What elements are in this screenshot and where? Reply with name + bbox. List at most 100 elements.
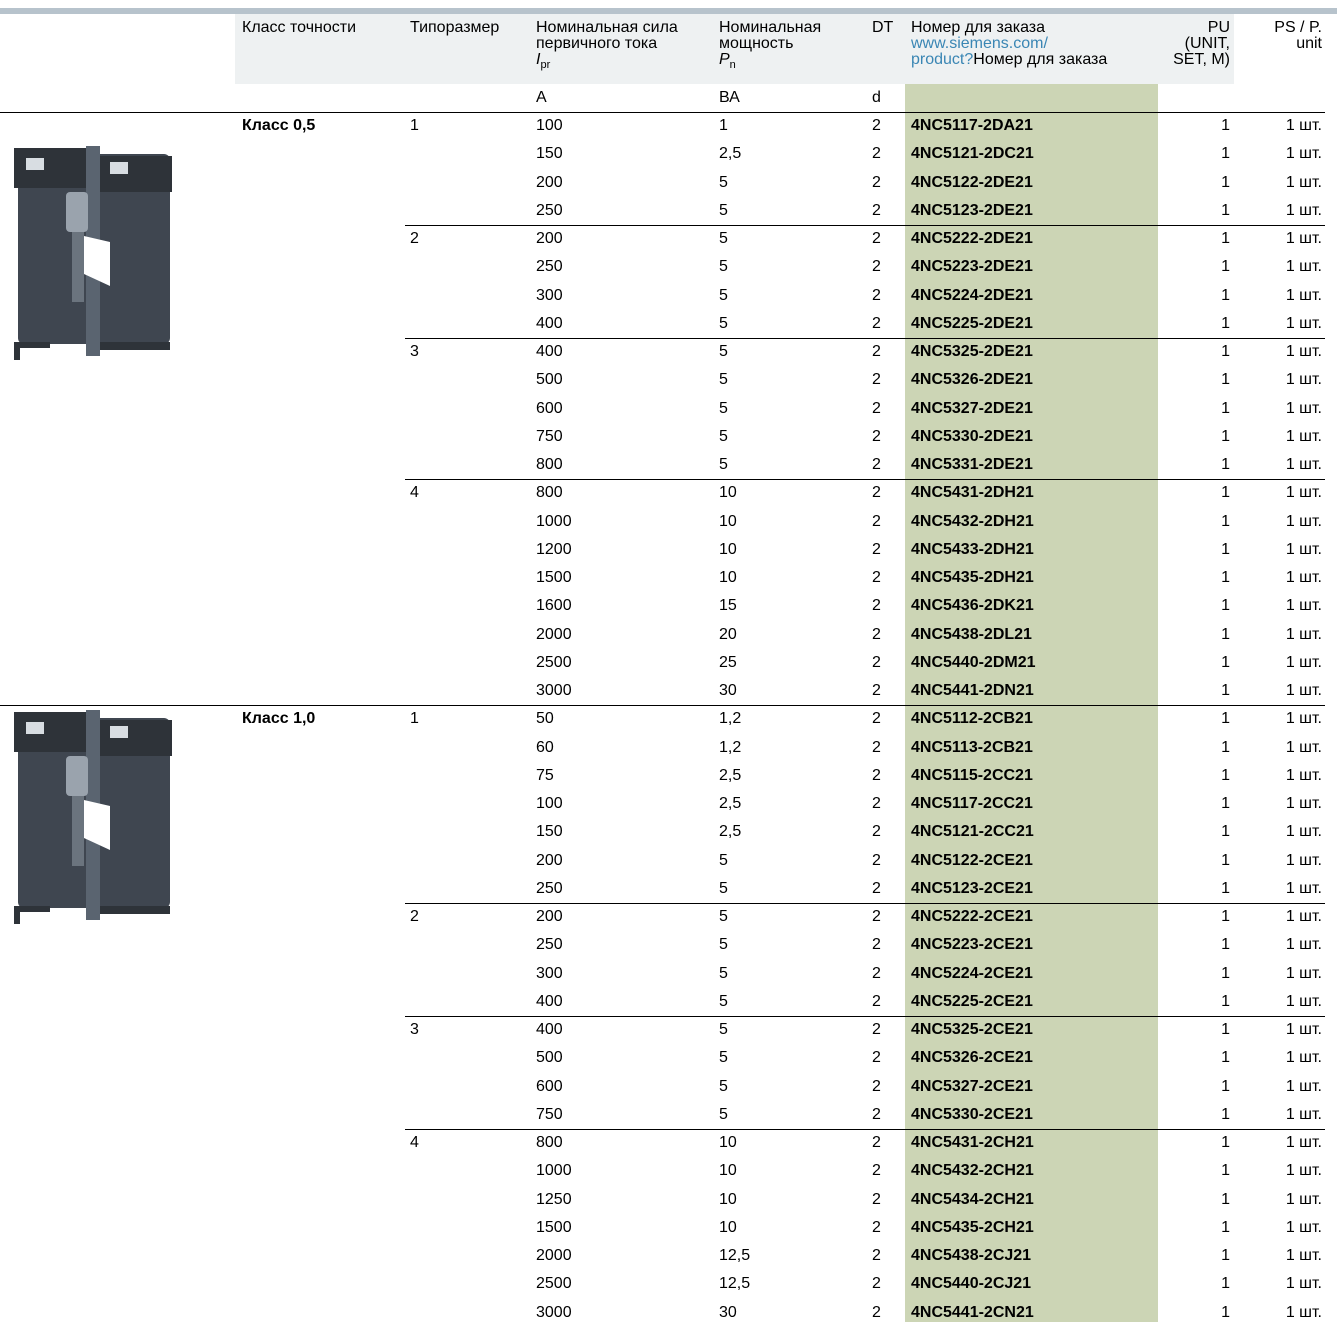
- order-number-cell[interactable]: 4NC5223-2CE21: [911, 935, 1033, 955]
- order-number-cell[interactable]: 4NC5225-2CE21: [911, 992, 1033, 1012]
- order-number-cell[interactable]: 4NC5325-2CE21: [911, 1020, 1033, 1040]
- order-number-cell[interactable]: 4NC5438-2CJ21: [911, 1246, 1031, 1266]
- rated-current-cell: 150: [536, 823, 563, 841]
- rated-power-cell: 10: [719, 1218, 737, 1236]
- ps-cell: 1 шт.: [1285, 1190, 1322, 1208]
- pu-cell: 1: [1221, 1077, 1230, 1095]
- dt-cell: 2: [872, 682, 881, 699]
- order-number-cell[interactable]: 4NC5123-2DE21: [911, 201, 1033, 221]
- table-row: 2 200 5 2 4NC5222-2DE21 1 1 шт.: [0, 227, 1337, 255]
- order-number-cell[interactable]: 4NC5325-2DE21: [911, 342, 1033, 362]
- order-number-cell[interactable]: 4NC5440-2DM21: [911, 653, 1036, 673]
- pu-cell: 1: [1221, 597, 1230, 615]
- dt-cell: 2: [872, 597, 881, 615]
- dt-cell: 2: [872, 145, 881, 163]
- order-number-cell[interactable]: 4NC5326-2CE21: [911, 1048, 1033, 1068]
- dt-cell: 2: [872, 766, 881, 784]
- dt-cell: 2: [872, 258, 881, 276]
- order-number-cell[interactable]: 4NC5432-2DH21: [911, 512, 1034, 532]
- ps-cell: 1 шт.: [1285, 851, 1322, 869]
- order-number-cell[interactable]: 4NC5122-2CE21: [911, 851, 1033, 871]
- order-number-cell[interactable]: 4NC5434-2CH21: [911, 1190, 1034, 1210]
- order-number-cell[interactable]: 4NC5433-2DH21: [911, 540, 1034, 560]
- order-number-cell[interactable]: 4NC5222-2DE21: [911, 229, 1033, 249]
- order-number-cell[interactable]: 4NC5441-2CN21: [911, 1303, 1034, 1323]
- order-number-cell[interactable]: 4NC5327-2DE21: [911, 399, 1033, 419]
- rated-current-cell: 1500: [536, 569, 572, 586]
- order-number-cell[interactable]: 4NC5436-2DK21: [911, 596, 1034, 616]
- order-link-2[interactable]: product?: [911, 51, 973, 68]
- dt-cell: 2: [872, 427, 881, 445]
- order-number-cell[interactable]: 4NC5435-2DH21: [911, 568, 1034, 588]
- order-number-cell[interactable]: 4NC5330-2CE21: [911, 1105, 1033, 1125]
- order-number-cell[interactable]: 4NC5438-2DL21: [911, 625, 1032, 645]
- pu-cell: 1: [1221, 343, 1230, 360]
- rated-power-cell: 10: [719, 1134, 737, 1151]
- order-number-cell[interactable]: 4NC5225-2DE21: [911, 314, 1033, 334]
- table-row: 150 2,5 2 4NC5121-2CC21 1 1 шт.: [0, 820, 1337, 848]
- table-row: 600 5 2 4NC5327-2CE21 1 1 шт.: [0, 1075, 1337, 1103]
- rated-current-cell: 250: [536, 258, 563, 276]
- order-number-cell[interactable]: 4NC5431-2CH21: [911, 1133, 1034, 1153]
- rated-power-cell: 20: [719, 625, 737, 643]
- order-number-cell[interactable]: 4NC5121-2CC21: [911, 822, 1034, 842]
- order-number-cell[interactable]: 4NC5441-2DN21: [911, 681, 1034, 701]
- pu-cell: 1: [1221, 1275, 1230, 1293]
- dt-cell: 2: [872, 795, 881, 812]
- order-number-cell[interactable]: 4NC5117-2CC21: [911, 794, 1033, 814]
- table-row: 2000 12,5 2 4NC5438-2CJ21 1 1 шт.: [0, 1244, 1337, 1272]
- ps-cell: 1 шт.: [1285, 879, 1322, 897]
- table-row: 750 5 2 4NC5330-2DE21 1 1 шт.: [0, 425, 1337, 453]
- dt-cell: 2: [872, 173, 881, 191]
- order-number-cell[interactable]: 4NC5435-2CH21: [911, 1218, 1034, 1238]
- size-separator-line: [405, 479, 1325, 481]
- rated-current-cell: 3000: [536, 682, 572, 699]
- frame-size-cell: 1: [410, 117, 419, 134]
- dt-cell: 2: [872, 653, 881, 671]
- order-number-cell[interactable]: 4NC5122-2DE21: [911, 173, 1033, 193]
- order-number-cell[interactable]: 4NC5326-2DE21: [911, 370, 1033, 390]
- rated-power-cell: 5: [719, 399, 728, 417]
- dt-cell: 2: [872, 314, 881, 332]
- order-number-cell[interactable]: 4NC5123-2CE21: [911, 879, 1033, 899]
- order-number-cell[interactable]: 4NC5327-2CE21: [911, 1077, 1033, 1097]
- rated-current-cell: 75: [536, 766, 554, 784]
- order-number-cell[interactable]: 4NC5113-2CB21: [911, 738, 1033, 758]
- pu-cell: 1: [1221, 1247, 1230, 1264]
- pu-cell: 1: [1221, 795, 1230, 812]
- order-number-cell[interactable]: 4NC5121-2DC21: [911, 144, 1034, 164]
- rated-current-cell: 400: [536, 314, 563, 332]
- pu-cell: 1: [1221, 1105, 1230, 1123]
- header-ps: PS / P. unit: [1274, 19, 1322, 52]
- rated-current-cell: 600: [536, 1077, 563, 1095]
- order-number-cell[interactable]: 4NC5331-2DE21: [911, 455, 1033, 475]
- pu-cell: 1: [1221, 710, 1230, 728]
- order-link[interactable]: www.siemens.com/: [911, 36, 1107, 52]
- order-number-cell[interactable]: 4NC5115-2CC21: [911, 766, 1033, 786]
- dt-cell: 2: [872, 992, 881, 1010]
- rated-power-cell: 5: [719, 964, 728, 982]
- order-number-cell[interactable]: 4NC5432-2CH21: [911, 1161, 1034, 1181]
- dt-cell: 2: [872, 371, 881, 389]
- order-number-cell[interactable]: 4NC5223-2DE21: [911, 257, 1033, 277]
- dt-cell: 2: [872, 286, 881, 304]
- order-number-cell[interactable]: 4NC5112-2CB21: [911, 709, 1033, 729]
- rated-power-cell: 12,5: [719, 1275, 751, 1293]
- rated-current-cell: 2000: [536, 1247, 572, 1264]
- order-number-cell[interactable]: 4NC5330-2DE21: [911, 427, 1033, 447]
- order-number-cell[interactable]: 4NC5431-2DH21: [911, 483, 1034, 503]
- order-number-cell[interactable]: 4NC5224-2DE21: [911, 286, 1033, 306]
- order-number-cell[interactable]: 4NC5222-2CE21: [911, 907, 1033, 927]
- pu-cell: 1: [1221, 851, 1230, 869]
- ps-cell: 1 шт.: [1285, 286, 1322, 304]
- order-number-cell[interactable]: 4NC5224-2CE21: [911, 964, 1033, 984]
- pu-cell: 1: [1221, 286, 1230, 304]
- dt-cell: 2: [872, 1247, 881, 1264]
- order-number-cell[interactable]: 4NC5440-2CJ21: [911, 1274, 1031, 1294]
- accuracy-class-cell: Класс 0,5: [242, 117, 316, 134]
- rated-power-cell: 1: [719, 117, 728, 134]
- header-accuracy-class: Класс точности: [242, 19, 357, 36]
- ps-cell: 1 шт.: [1285, 1021, 1322, 1038]
- order-number-cell[interactable]: 4NC5117-2DA21: [911, 116, 1033, 136]
- pu-cell: 1: [1221, 1190, 1230, 1208]
